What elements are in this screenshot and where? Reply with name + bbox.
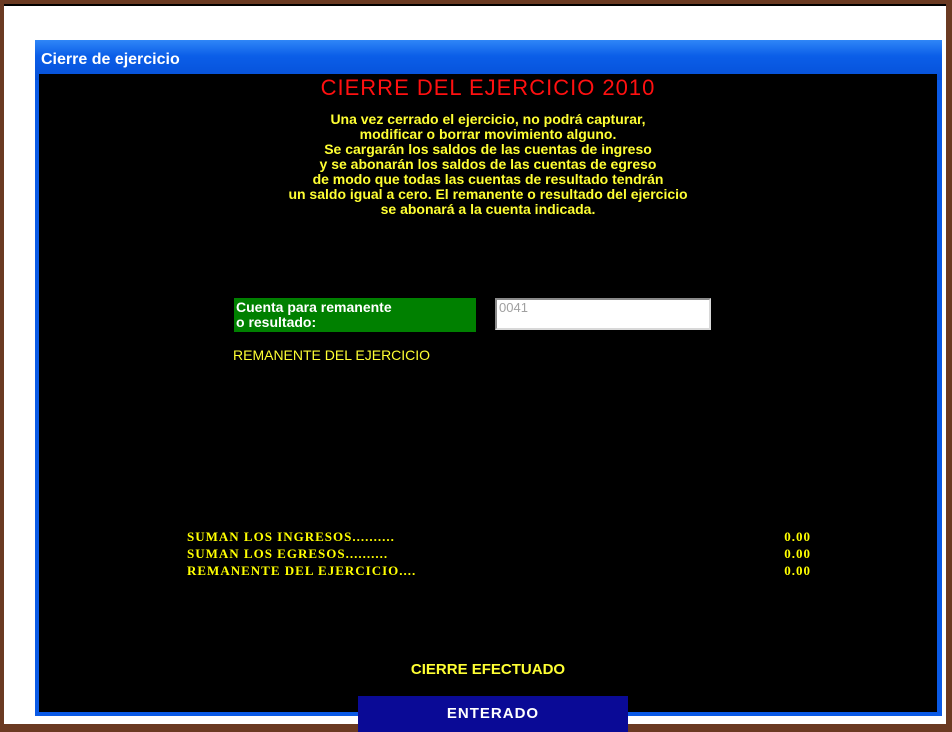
remnant-total-row: REMANENTE DEL EJERCICIO.... 0.00 <box>187 563 811 579</box>
remnant-total-label: REMANENTE DEL EJERCICIO.... <box>187 563 417 578</box>
warning-line: modificar o borrar movimiento alguno. <box>359 126 617 142</box>
income-total-label: SUMAN LOS INGRESOS.......... <box>187 529 395 544</box>
warning-line: y se abonarán los saldos de las cuentas … <box>319 156 657 172</box>
income-total-row: SUMAN LOS INGRESOS.......... 0.00 <box>187 529 811 545</box>
warning-line: Una vez cerrado el ejercicio, no podrá c… <box>330 111 646 127</box>
account-input[interactable]: 0041 <box>495 298 711 330</box>
warning-text: Una vez cerrado el ejercicio, no podrá c… <box>39 112 937 217</box>
remnant-label: REMANENTE DEL EJERCICIO <box>233 347 431 363</box>
dialog-body: CIERRE DEL EJERCICIO 2010 Una vez cerrad… <box>39 74 937 732</box>
dialog-window: Cierre de ejercicio CIERRE DEL EJERCICIO… <box>35 40 942 732</box>
expense-total-value: 0.00 <box>784 546 811 561</box>
closing-status: CIERRE EFECTUADO <box>410 661 566 678</box>
expense-total-row: SUMAN LOS EGRESOS.......... 0.00 <box>187 546 811 562</box>
income-total-value: 0.00 <box>784 529 811 544</box>
account-field-label: Cuenta para remanente o resultado: <box>234 298 476 332</box>
warning-line: un saldo igual a cero. El remanente o re… <box>288 186 688 202</box>
remnant-total-value: 0.00 <box>784 563 811 578</box>
expense-total-label: SUMAN LOS EGRESOS.......... <box>187 546 389 561</box>
window-title: Cierre de ejercicio <box>41 51 180 68</box>
warning-line: Se cargarán los saldos de las cuentas de… <box>324 141 652 157</box>
closing-heading: CIERRE DEL EJERCICIO 2010 <box>320 75 656 100</box>
warning-line: se abonará a la cuenta indicada. <box>380 201 596 217</box>
warning-line: de modo que todas las cuentas de resulta… <box>312 171 664 187</box>
screen-frame: Cierre de ejercicio CIERRE DEL EJERCICIO… <box>4 4 946 732</box>
